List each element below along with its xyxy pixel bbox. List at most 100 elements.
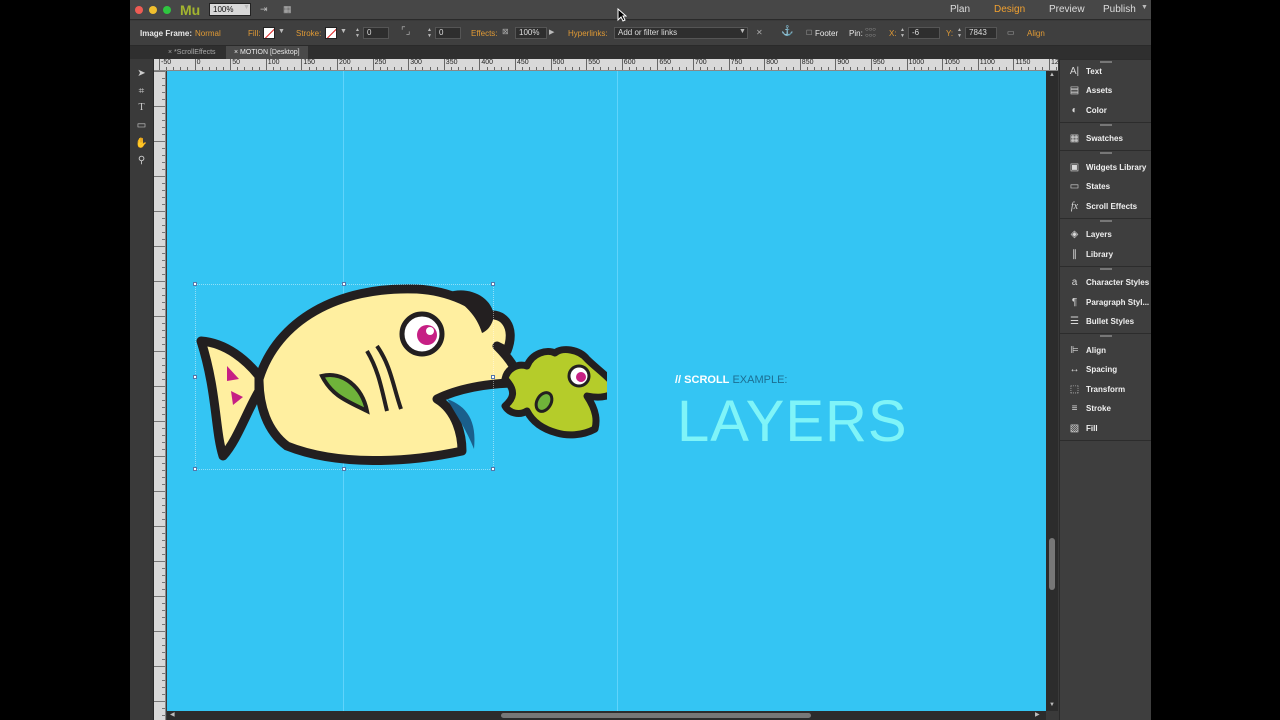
- panel-grip[interactable]: [1100, 152, 1112, 154]
- panel-scroll-effects[interactable]: fx Scroll Effects: [1060, 198, 1151, 216]
- y-position-field[interactable]: 7843: [965, 27, 997, 39]
- effects-icon[interactable]: ⊠: [502, 27, 509, 36]
- panel-states[interactable]: ▭ States: [1060, 178, 1151, 196]
- vertical-ruler[interactable]: [154, 71, 166, 720]
- stroke-width-field[interactable]: 0: [363, 27, 389, 39]
- layers-icon: ◈: [1070, 229, 1079, 240]
- horizontal-scroll-thumb[interactable]: [501, 713, 811, 718]
- layers-headline[interactable]: LAYERS: [677, 388, 908, 455]
- panel-layers[interactable]: ◈ Layers: [1060, 226, 1151, 244]
- panel-grip[interactable]: [1100, 220, 1112, 222]
- resize-handle[interactable]: [193, 282, 197, 286]
- resize-handle[interactable]: [193, 467, 197, 471]
- panel-separator[interactable]: [1060, 266, 1151, 271]
- corner-radius-stepper[interactable]: ▲ ▼: [426, 27, 433, 39]
- panel-grip[interactable]: [1100, 124, 1112, 126]
- scroll-up-icon[interactable]: ▲: [1049, 72, 1055, 78]
- doc-tab-scroll-effects[interactable]: × *ScrollEffects: [160, 46, 224, 59]
- ruler-tick: [154, 351, 165, 352]
- fill-swatch[interactable]: [263, 27, 275, 39]
- horizontal-scrollbar[interactable]: ◀ ▶: [167, 711, 1046, 720]
- align-link[interactable]: Align: [1027, 29, 1045, 38]
- ruler-tick: [942, 59, 944, 70]
- panel-separator[interactable]: [1060, 122, 1151, 127]
- x-stepper[interactable]: ▲ ▼: [899, 27, 906, 39]
- panel-paragraph-styles[interactable]: ¶ Paragraph Styl...: [1060, 294, 1151, 312]
- resize-icon[interactable]: ▭: [1007, 28, 1015, 37]
- panel-separator[interactable]: [1060, 440, 1151, 445]
- nav-plan[interactable]: Plan: [950, 4, 970, 15]
- panel-align[interactable]: ⊫ Align: [1060, 342, 1151, 360]
- panel-assets[interactable]: ▤ Assets: [1060, 82, 1151, 100]
- panel-grip[interactable]: [1100, 268, 1112, 270]
- image-frame-selection[interactable]: [193, 282, 495, 471]
- panel-transform[interactable]: ⬚ Transform: [1060, 381, 1151, 399]
- panel-grip[interactable]: [1100, 335, 1112, 337]
- scroll-example-overline[interactable]: // SCROLL EXAMPLE:: [675, 374, 787, 386]
- scroll-right-icon[interactable]: ▶: [1035, 711, 1040, 718]
- panel-swatches[interactable]: ▦ Swatches: [1060, 130, 1151, 148]
- guide-line[interactable]: [617, 71, 618, 711]
- panel-separator[interactable]: [1060, 333, 1151, 338]
- zoom-tool-icon[interactable]: ⚲: [135, 154, 148, 167]
- resize-handle[interactable]: [491, 282, 495, 286]
- nav-preview[interactable]: Preview: [1049, 4, 1085, 15]
- nav-design[interactable]: Design: [994, 4, 1025, 15]
- scroll-left-icon[interactable]: ◀: [170, 711, 175, 718]
- rectangle-tool-icon[interactable]: ▭: [135, 119, 148, 132]
- horizontal-ruler[interactable]: -50 0 50 100 150 200 250 300 350 400 450 500 550 600 6…: [154, 59, 1058, 71]
- doc-tab-motion-desktop[interactable]: × MOTION [Desktop]: [226, 46, 308, 59]
- footer-checkbox[interactable]: ☐: [806, 29, 812, 37]
- panel-text[interactable]: A| Text: [1060, 63, 1151, 81]
- stroke-dropdown-icon[interactable]: ▼: [340, 28, 347, 35]
- vertical-scroll-thumb[interactable]: [1049, 538, 1055, 590]
- panel-separator[interactable]: [1060, 218, 1151, 223]
- design-canvas[interactable]: // SCROLL EXAMPLE: LAYERS: [167, 71, 1046, 711]
- nav-publish[interactable]: Publish: [1103, 4, 1136, 15]
- selection-tool-icon[interactable]: ➤: [135, 67, 148, 80]
- panel-stroke[interactable]: ≡ Stroke: [1060, 400, 1151, 418]
- vertical-scrollbar[interactable]: ▲ ▼: [1046, 71, 1058, 711]
- panel-bullet-styles[interactable]: ☰ Bullet Styles: [1060, 313, 1151, 331]
- resize-handle[interactable]: [342, 467, 346, 471]
- y-stepper[interactable]: ▲ ▼: [956, 27, 963, 39]
- opacity-field[interactable]: 100%: [515, 27, 547, 39]
- minimize-window-button[interactable]: [149, 6, 157, 14]
- panel-color[interactable]: ◐ Color: [1060, 102, 1151, 120]
- close-window-button[interactable]: [135, 6, 143, 14]
- view-options-icon[interactable]: ▦: [283, 4, 297, 15]
- text-tool-icon[interactable]: T: [135, 101, 148, 114]
- panel-spacing[interactable]: ↔ Spacing: [1060, 361, 1151, 379]
- panel-character-styles[interactable]: a Character Styles: [1060, 274, 1151, 292]
- image-frame-state-link[interactable]: Normal: [195, 29, 221, 38]
- scroll-down-icon[interactable]: ▼: [1049, 702, 1055, 708]
- resize-handle[interactable]: [342, 282, 346, 286]
- zoom-dropdown-icon[interactable]: ▼: [243, 4, 250, 11]
- ruler-tick: [162, 92, 165, 93]
- panel-label: Spacing: [1086, 365, 1118, 374]
- stroke-swatch[interactable]: [325, 27, 337, 39]
- panel-fill[interactable]: ▧ Fill: [1060, 420, 1151, 438]
- corner-radius-field[interactable]: 0: [435, 27, 461, 39]
- preview-page-icon[interactable]: ⇥: [260, 4, 274, 15]
- anchor-icon[interactable]: ⚓: [781, 26, 793, 37]
- resize-handle[interactable]: [491, 375, 495, 379]
- publish-dropdown-icon[interactable]: ▼: [1141, 4, 1148, 11]
- crop-tool-icon[interactable]: ⌗: [135, 85, 148, 98]
- fill-dropdown-icon[interactable]: ▼: [278, 28, 285, 35]
- resize-handle[interactable]: [193, 375, 197, 379]
- pin-grid-icon[interactable]: ○○○ ○○○: [865, 27, 876, 39]
- stroke-width-stepper[interactable]: ▲ ▼: [354, 27, 361, 39]
- clear-link-icon[interactable]: ✕: [756, 28, 763, 37]
- hyperlinks-field[interactable]: Add or filter links: [614, 27, 748, 39]
- resize-handle[interactable]: [491, 467, 495, 471]
- panel-widgets-library[interactable]: ▣ Widgets Library: [1060, 159, 1151, 177]
- panel-separator[interactable]: [1060, 150, 1151, 155]
- panel-library[interactable]: ∥ Library: [1060, 246, 1151, 264]
- hand-tool-icon[interactable]: ✋: [135, 137, 148, 150]
- ruler-tick: [162, 253, 165, 254]
- hyperlinks-dropdown-icon[interactable]: ▼: [739, 28, 746, 35]
- x-position-field[interactable]: -6: [908, 27, 940, 39]
- zoom-window-button[interactable]: [163, 6, 171, 14]
- opacity-arrow-icon[interactable]: ▶: [549, 28, 554, 36]
